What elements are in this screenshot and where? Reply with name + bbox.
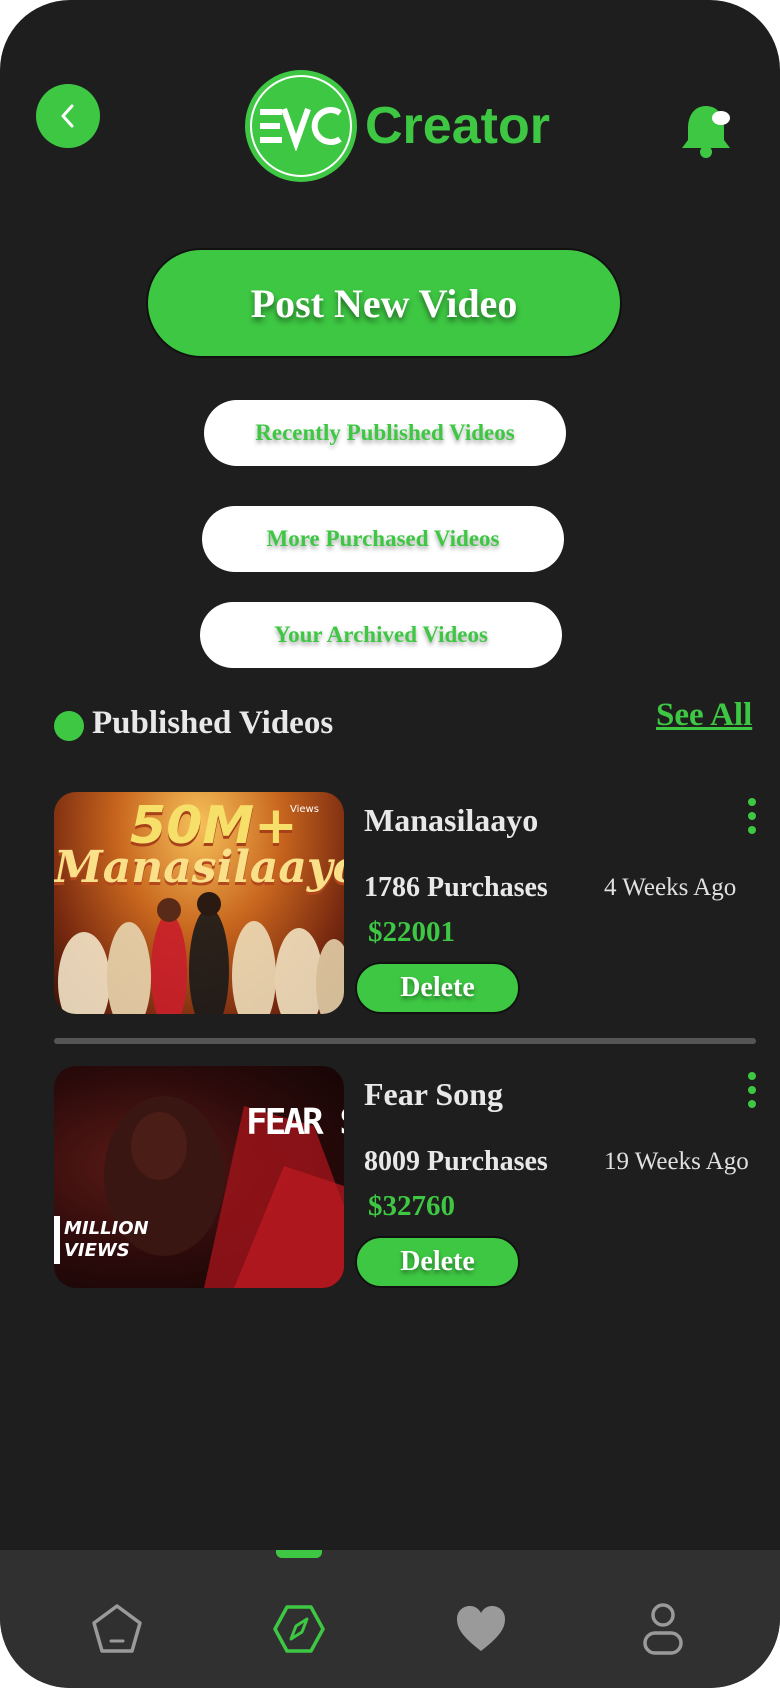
logo-badge [245, 70, 357, 182]
nav-profile[interactable] [628, 1594, 698, 1664]
see-all-link[interactable]: See All [656, 697, 752, 734]
delete-button[interactable]: Delete [355, 962, 520, 1014]
video-earnings: $32760 [368, 1190, 455, 1222]
nav-favorites[interactable] [446, 1594, 516, 1664]
video-title: Manasilaayo [364, 802, 539, 838]
archived-videos-button[interactable]: Your Archived Videos [200, 602, 562, 668]
active-tab-indicator [276, 1550, 322, 1558]
badge-line-1: MILLION [64, 1218, 149, 1239]
app-logo: Creator [245, 70, 550, 182]
published-ago: 19 Weeks Ago [604, 1148, 749, 1175]
badge-line-2: VIEWS [64, 1240, 130, 1261]
video-thumbnail[interactable]: FEAR SO MILLION VIEWS [54, 1066, 344, 1288]
more-options-icon[interactable] [742, 798, 762, 838]
video-card: 50M+ Views Manasilaayo Manasilaayo 1786 … [0, 792, 780, 1014]
compass-icon [273, 1605, 325, 1653]
recently-published-button[interactable]: Recently Published Videos [204, 400, 566, 466]
nav-explore[interactable] [264, 1594, 334, 1664]
video-earnings: $22001 [368, 916, 455, 948]
video-thumbnail[interactable]: 50M+ Views Manasilaayo [54, 792, 344, 1014]
section-indicator-dot [54, 711, 84, 741]
nav-home[interactable] [82, 1594, 152, 1664]
delete-button[interactable]: Delete [355, 1236, 520, 1288]
section-title: Published Videos [92, 705, 334, 741]
user-icon [643, 1603, 683, 1655]
card-divider [54, 1038, 756, 1044]
thumbnail-headline: FEAR SO [246, 1102, 344, 1143]
post-new-video-button[interactable]: Post New Video [146, 248, 622, 358]
back-button[interactable] [36, 84, 100, 148]
home-icon [92, 1604, 142, 1653]
million-views-badge [54, 1216, 60, 1264]
app-screen: Creator Post New Video Recently Publishe… [0, 0, 780, 1688]
more-purchased-button[interactable]: More Purchased Videos [202, 506, 564, 572]
purchase-count: 8009 Purchases [364, 1146, 548, 1177]
video-title: Fear Song [364, 1076, 503, 1112]
purchase-count: 1786 Purchases [364, 872, 548, 903]
thumbnail-sub: Views [290, 804, 319, 815]
video-card: FEAR SO MILLION VIEWS Fear Song 8009 Pur… [0, 1066, 780, 1288]
thumbnail-title: Manasilaayo [54, 842, 344, 893]
bottom-navigation [0, 1550, 780, 1688]
more-options-icon[interactable] [742, 1072, 762, 1112]
published-ago: 4 Weeks Ago [604, 874, 737, 901]
bell-icon[interactable] [676, 100, 736, 160]
heart-icon [457, 1606, 505, 1651]
chevron-left-icon [61, 104, 74, 128]
app-title: Creator [365, 97, 550, 155]
